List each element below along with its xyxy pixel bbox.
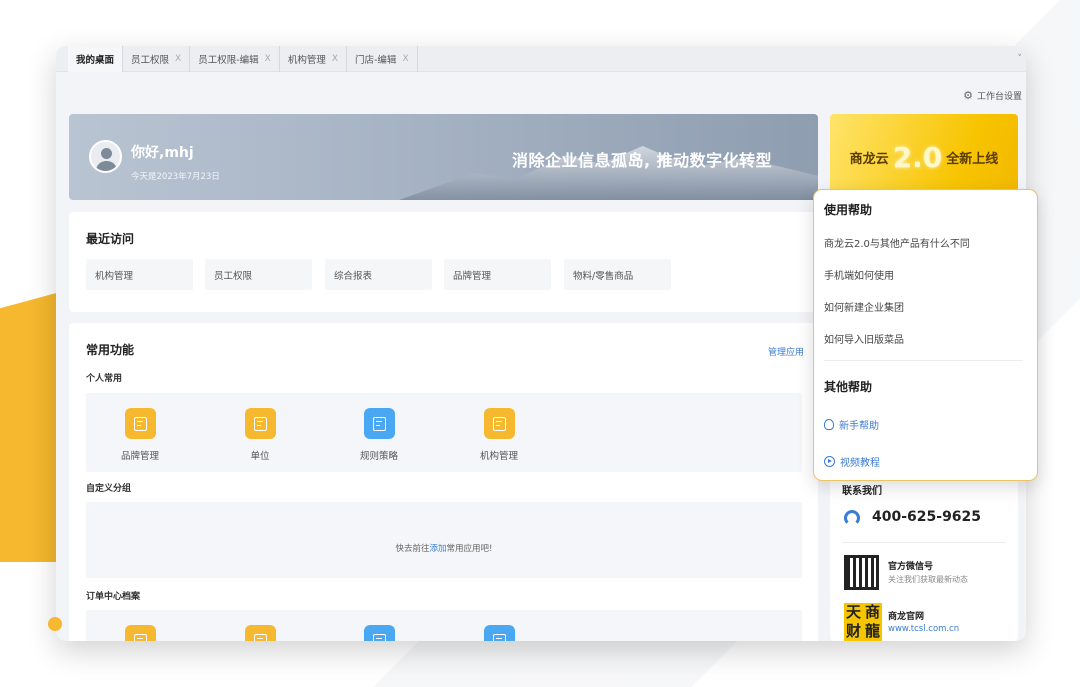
help-question[interactable]: 如何新建企业集团 [824, 299, 904, 314]
help-question[interactable]: 商龙云2.0与其他产品有什么不同 [824, 235, 970, 250]
document-icon [124, 625, 156, 641]
tab-org-management[interactable]: 机构管理 X [280, 46, 347, 72]
promo-banner[interactable]: 商龙云 2.0 全新上线 [830, 114, 1018, 200]
app-unit[interactable]: 单位 [220, 408, 300, 462]
yellow-decoration [0, 292, 60, 562]
custom-group-title: 自定义分组 [86, 484, 132, 494]
qr-code-icon [844, 555, 879, 590]
wechat-title: 官方微信号 [888, 562, 934, 572]
tab-my-desktop[interactable]: 我的桌面 [68, 46, 124, 72]
recent-visits-card: 最近访问 机构管理 员工权限 综合报表 品牌管理 物料/零售商品 [69, 212, 818, 312]
add-app-link[interactable]: 添加 [430, 544, 447, 554]
recent-item[interactable]: 员工权限 [205, 259, 312, 290]
custom-group-panel: 快去前往添加常用应用吧! [86, 502, 802, 578]
close-icon[interactable]: X [265, 54, 271, 64]
common-functions-title: 常用功能 [86, 343, 135, 357]
welcome-banner: 你好,mhj 今天是2023年7月23日 消除企业信息孤岛, 推动数字化转型 [69, 114, 818, 200]
wechat-subtitle: 关注我们获取最新动态 [888, 575, 968, 584]
document-icon [244, 625, 276, 641]
order-app[interactable] [220, 625, 300, 641]
order-app[interactable] [459, 625, 539, 641]
contact-title: 联系我们 [842, 486, 882, 497]
tab-staff-permission[interactable]: 员工权限 X [123, 46, 191, 72]
clipboard-icon [363, 625, 395, 641]
date-text: 今天是2023年7月23日 [131, 172, 220, 182]
help-popover: 使用帮助 商龙云2.0与其他产品有什么不同 手机端如何使用 如何新建企业集团 如… [813, 189, 1038, 481]
headset-icon [844, 510, 860, 526]
manage-apps-link[interactable]: 管理应用 [768, 345, 804, 358]
phone-number: 400-625-9625 [872, 509, 982, 525]
common-functions-card: 常用功能 管理应用 个人常用 品牌管理 单位 规则策略 机构管理 自定义分组 快… [69, 323, 818, 641]
tab-store-edit[interactable]: 门店-编辑 X [347, 46, 418, 72]
chevron-down-icon[interactable]: ˅ [1018, 54, 1023, 64]
divider [842, 542, 1006, 543]
website-title: 商龙官网 [888, 612, 925, 622]
recent-item[interactable]: 品牌管理 [444, 259, 551, 290]
close-icon[interactable]: X [175, 54, 181, 64]
app-rule-strategy[interactable]: 规则策略 [339, 408, 419, 462]
video-tutorial-link[interactable]: 视频教程 [824, 454, 880, 469]
recent-visits-title: 最近访问 [86, 232, 135, 246]
order-center-title: 订单中心档案 [86, 592, 141, 602]
play-icon [824, 456, 835, 467]
recent-item[interactable]: 综合报表 [325, 259, 432, 290]
contact-card: 联系我们 400-625-9625 官方微信号 关注我们获取最新动态 天商 财龍… [830, 466, 1018, 641]
personal-common-title: 个人常用 [86, 374, 123, 384]
order-app[interactable] [100, 625, 180, 641]
order-center-panel [86, 610, 802, 641]
help-question[interactable]: 如何导入旧版菜品 [824, 331, 904, 346]
gear-icon: ⚙ [963, 89, 973, 102]
personal-apps-panel: 品牌管理 单位 规则策略 机构管理 [86, 393, 802, 472]
clipboard-icon [483, 625, 515, 641]
help-question[interactable]: 手机端如何使用 [824, 267, 894, 282]
help-title: 使用帮助 [824, 203, 873, 217]
workbench-settings-button[interactable]: ⚙ 工作台设置 [963, 89, 1022, 102]
close-icon[interactable]: X [332, 54, 338, 64]
close-icon[interactable]: X [402, 54, 408, 64]
brand-logo: 天商 财龍 [844, 603, 882, 641]
other-help-title: 其他帮助 [824, 380, 873, 394]
slogan-text: 消除企业信息孤岛, 推动数字化转型 [512, 151, 773, 170]
recent-item[interactable]: 机构管理 [86, 259, 193, 290]
tab-bar: 我的桌面 员工权限 X 员工权限-编辑 X 机构管理 X 门店-编辑 X ˅ [56, 46, 1026, 72]
recent-item[interactable]: 物料/零售商品 [564, 259, 671, 290]
app-brand-management[interactable]: 品牌管理 [100, 408, 180, 462]
divider [824, 360, 1023, 361]
lightbulb-icon [824, 419, 834, 430]
empty-message: 快去前往添加常用应用吧! [395, 544, 493, 554]
document-icon [244, 408, 276, 439]
document-icon [124, 408, 156, 439]
document-icon [483, 408, 515, 439]
order-app[interactable] [339, 625, 419, 641]
avatar[interactable] [89, 140, 122, 173]
clipboard-icon [363, 408, 395, 439]
website-link[interactable]: www.tcsl.com.cn [888, 624, 959, 634]
app-org-management[interactable]: 机构管理 [459, 408, 539, 462]
beginner-help-link[interactable]: 新手帮助 [824, 417, 879, 432]
tab-staff-permission-edit[interactable]: 员工权限-编辑 X [190, 46, 280, 72]
greeting-text: 你好,mhj [131, 145, 194, 161]
yellow-dot-decoration [48, 617, 62, 631]
